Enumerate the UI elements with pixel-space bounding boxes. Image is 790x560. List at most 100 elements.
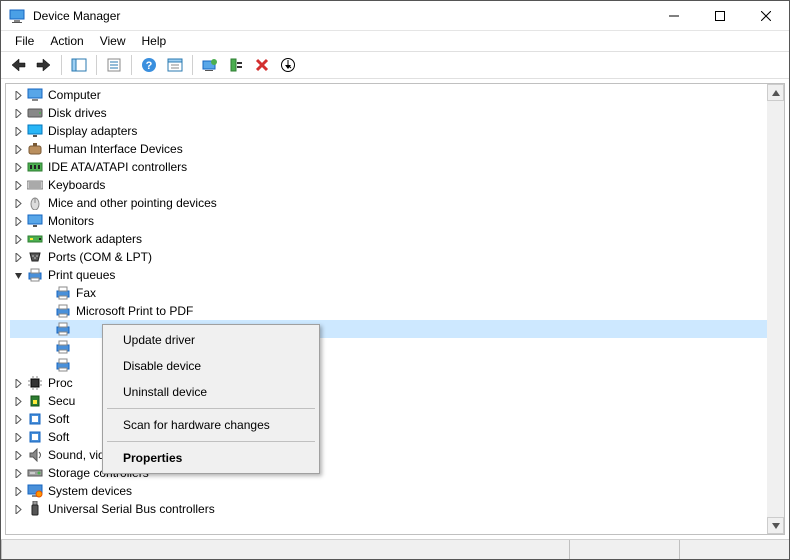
maximize-button[interactable] — [697, 1, 743, 31]
expand-icon[interactable] — [10, 86, 26, 104]
app-icon — [9, 8, 25, 24]
status-bar — [1, 539, 789, 559]
tree-category[interactable]: Print queues — [10, 266, 784, 284]
hid-icon — [26, 141, 44, 157]
expand-icon[interactable] — [10, 428, 26, 446]
tree-category[interactable]: Computer — [10, 86, 784, 104]
category-label: IDE ATA/ATAPI controllers — [48, 160, 187, 174]
ctx-scan-hardware[interactable]: Scan for hardware changes — [105, 412, 317, 438]
expand-icon[interactable] — [10, 122, 26, 140]
monitor-icon — [26, 213, 44, 229]
disk-icon — [26, 105, 44, 121]
help-button[interactable]: ? — [138, 54, 160, 76]
category-label: Monitors — [48, 214, 94, 228]
expand-icon[interactable] — [10, 374, 26, 392]
processor-icon — [26, 375, 44, 391]
tree-category[interactable]: Display adapters — [10, 122, 784, 140]
menu-action[interactable]: Action — [42, 32, 91, 50]
device-label: Fax — [76, 286, 96, 300]
scan-changes-button[interactable] — [277, 54, 299, 76]
tree-category[interactable]: Mice and other pointing devices — [10, 194, 784, 212]
svg-text:?: ? — [146, 60, 153, 72]
display-icon — [26, 123, 44, 139]
status-panel — [679, 540, 789, 559]
expand-icon[interactable] — [10, 230, 26, 248]
expand-icon[interactable] — [10, 500, 26, 518]
scroll-up-button[interactable] — [767, 84, 784, 101]
category-label: Secu — [48, 394, 75, 408]
scan-hardware-button[interactable] — [164, 54, 186, 76]
category-label: System devices — [48, 484, 132, 498]
collapse-icon[interactable] — [10, 266, 26, 284]
expand-icon[interactable] — [10, 248, 26, 266]
tree-category[interactable]: IDE ATA/ATAPI controllers — [10, 158, 784, 176]
category-label: Print queues — [48, 268, 115, 282]
enable-device-button[interactable] — [225, 54, 247, 76]
software-icon — [26, 411, 44, 427]
expand-icon[interactable] — [10, 446, 26, 464]
toolbar-divider — [96, 55, 97, 75]
category-label: Ports (COM & LPT) — [48, 250, 152, 264]
printer-icon — [26, 267, 44, 283]
menu-file[interactable]: File — [7, 32, 42, 50]
category-label: Proc — [48, 376, 73, 390]
tree-category[interactable]: System devices — [10, 482, 784, 500]
ctx-update-driver[interactable]: Update driver — [105, 327, 317, 353]
close-button[interactable] — [743, 1, 789, 31]
tree-category[interactable]: Keyboards — [10, 176, 784, 194]
category-label: Display adapters — [48, 124, 137, 138]
mouse-icon — [26, 195, 44, 211]
printer-icon — [54, 357, 72, 373]
expand-icon[interactable] — [10, 158, 26, 176]
category-label: Soft — [48, 430, 69, 444]
client-area: ComputerDisk drives Display adapters Human… — [1, 79, 789, 539]
sound-icon — [26, 447, 44, 463]
printer-icon — [54, 303, 72, 319]
ctx-disable-device[interactable]: Disable device — [105, 353, 317, 379]
expand-icon[interactable] — [10, 482, 26, 500]
tree-category[interactable]: Human Interface Devices — [10, 140, 784, 158]
expand-icon[interactable] — [10, 392, 26, 410]
status-panel — [569, 540, 679, 559]
tree-device[interactable]: Microsoft Print to PDF — [10, 302, 784, 320]
tree-category[interactable]: Network adapters — [10, 230, 784, 248]
minimize-button[interactable] — [651, 1, 697, 31]
status-panel — [1, 540, 569, 559]
expand-icon[interactable] — [10, 140, 26, 158]
printer-icon — [54, 339, 72, 355]
network-icon — [26, 231, 44, 247]
expand-icon[interactable] — [10, 410, 26, 428]
back-button[interactable] — [7, 54, 29, 76]
uninstall-device-button[interactable] — [251, 54, 273, 76]
show-hide-console-button[interactable] — [68, 54, 90, 76]
ide-icon — [26, 159, 44, 175]
expand-icon[interactable] — [10, 104, 26, 122]
scroll-down-button[interactable] — [767, 517, 784, 534]
security-icon — [26, 393, 44, 409]
ctx-uninstall-device[interactable]: Uninstall device — [105, 379, 317, 405]
tree-category[interactable]: Disk drives — [10, 104, 784, 122]
tree-category[interactable]: Ports (COM & LPT) — [10, 248, 784, 266]
tree-device[interactable]: Fax — [10, 284, 784, 302]
expand-icon[interactable] — [10, 176, 26, 194]
menu-help[interactable]: Help — [134, 32, 175, 50]
title-bar: Device Manager — [1, 1, 789, 31]
menu-view[interactable]: View — [92, 32, 134, 50]
tree-category[interactable]: Monitors — [10, 212, 784, 230]
expand-icon[interactable] — [10, 464, 26, 482]
toolbar-divider — [131, 55, 132, 75]
properties-button[interactable] — [103, 54, 125, 76]
expand-icon[interactable] — [10, 194, 26, 212]
forward-button[interactable] — [33, 54, 55, 76]
storage-icon — [26, 465, 44, 481]
computer-icon — [26, 87, 44, 103]
tree-category[interactable]: Universal Serial Bus controllers — [10, 500, 784, 518]
window-title: Device Manager — [33, 9, 651, 23]
vertical-scrollbar[interactable] — [767, 84, 784, 534]
category-label: Soft — [48, 412, 69, 426]
expand-icon[interactable] — [10, 212, 26, 230]
update-driver-button[interactable] — [199, 54, 221, 76]
category-label: Mice and other pointing devices — [48, 196, 217, 210]
ctx-properties[interactable]: Properties — [105, 445, 317, 471]
ctx-separator — [107, 441, 315, 442]
